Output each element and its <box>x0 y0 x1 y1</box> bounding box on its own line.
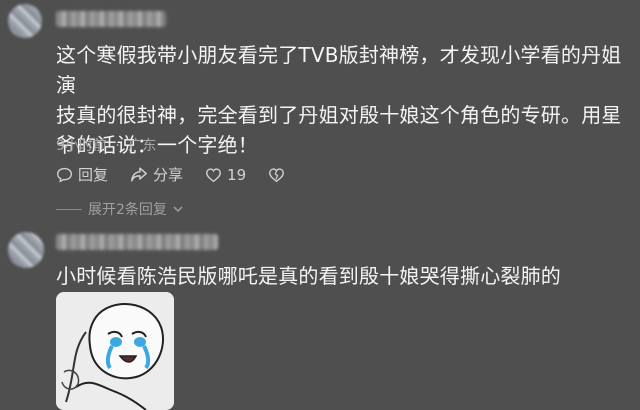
username-blurred[interactable] <box>56 234 218 250</box>
comment-location: 广东 <box>128 138 157 154</box>
expand-divider <box>56 208 82 210</box>
avatar[interactable] <box>8 4 42 38</box>
comment-text: 小时候看陈浩民版哪吒是真的看到殷十娘哭得撕心裂肺的 <box>56 261 636 291</box>
avatar[interactable] <box>8 232 44 268</box>
meta-separator: · <box>115 138 120 154</box>
expand-replies-label: 展开2条回复 <box>88 202 167 218</box>
share-label: 分享 <box>153 166 184 184</box>
reply-icon <box>57 167 72 183</box>
reply-label: 回复 <box>78 166 109 184</box>
comment-line: 技真的很封神，完全看到了丹姐对殷十娘这个角色的专研。用星 <box>56 103 622 127</box>
dislike-icon <box>269 167 285 182</box>
share-icon <box>131 167 147 182</box>
like-button[interactable]: 19 <box>205 166 246 184</box>
crying-face-icon <box>56 292 174 410</box>
comment-time: 9小时前 <box>56 138 107 154</box>
chevron-down-icon <box>173 205 183 212</box>
username-blurred[interactable] <box>56 11 166 27</box>
dislike-button[interactable] <box>268 167 285 183</box>
reply-button[interactable]: 回复 <box>56 164 108 185</box>
heart-icon <box>206 167 222 182</box>
crying-cartoon-sticker[interactable] <box>56 292 174 410</box>
expand-replies-button[interactable]: 展开2条回复 <box>56 199 183 219</box>
comment-actions: 回复 分享 19 <box>56 164 285 185</box>
comment-meta: 9小时前 · 广东 <box>56 135 156 155</box>
share-button[interactable]: 分享 <box>130 164 183 185</box>
like-count: 19 <box>227 165 247 184</box>
comment-line: 这个寒假我带小朋友看完了TVB版封神榜，才发现小学看的丹姐演 <box>56 43 622 97</box>
comment-line: 小时候看陈浩民版哪吒是真的看到殷十娘哭得撕心裂肺的 <box>56 264 561 288</box>
